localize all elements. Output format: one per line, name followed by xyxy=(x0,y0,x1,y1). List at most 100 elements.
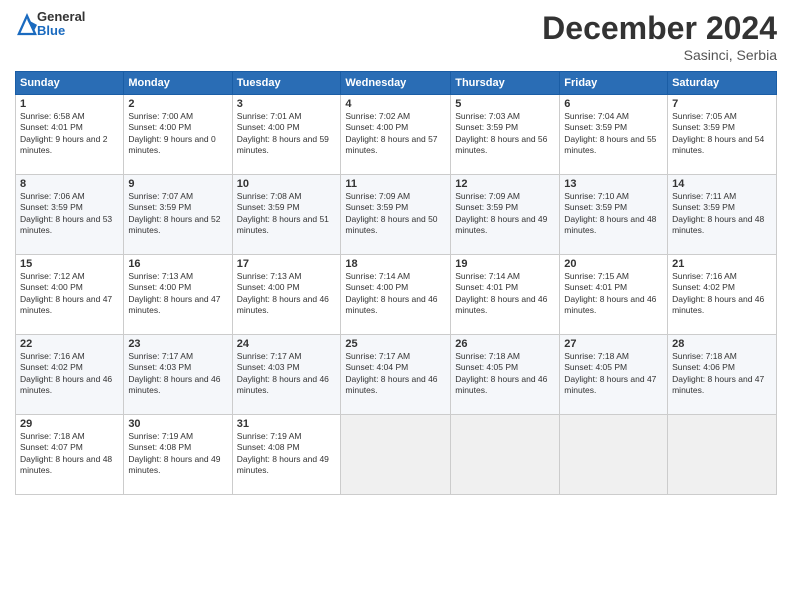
calendar-cell: 27Sunrise: 7:18 AMSunset: 4:05 PMDayligh… xyxy=(560,335,668,415)
day-number: 26 xyxy=(455,338,555,350)
calendar-cell: 11Sunrise: 7:09 AMSunset: 3:59 PMDayligh… xyxy=(341,175,451,255)
day-info: Sunrise: 7:18 AMSunset: 4:05 PMDaylight:… xyxy=(564,351,663,397)
day-number: 23 xyxy=(128,338,227,350)
day-number: 14 xyxy=(672,178,772,190)
day-number: 20 xyxy=(564,258,663,270)
day-number: 1 xyxy=(20,98,119,110)
day-info: Sunrise: 7:07 AMSunset: 3:59 PMDaylight:… xyxy=(128,191,227,237)
col-header-wednesday: Wednesday xyxy=(341,72,451,95)
week-row-3: 15Sunrise: 7:12 AMSunset: 4:00 PMDayligh… xyxy=(16,255,777,335)
logo-general: General xyxy=(37,10,85,24)
calendar-cell: 17Sunrise: 7:13 AMSunset: 4:00 PMDayligh… xyxy=(232,255,341,335)
col-header-friday: Friday xyxy=(560,72,668,95)
calendar-cell: 3Sunrise: 7:01 AMSunset: 4:00 PMDaylight… xyxy=(232,95,341,175)
calendar-cell: 7Sunrise: 7:05 AMSunset: 3:59 PMDaylight… xyxy=(668,95,777,175)
day-number: 2 xyxy=(128,98,227,110)
title-area: December 2024 Sasinci, Serbia xyxy=(542,10,777,63)
day-info: Sunrise: 7:15 AMSunset: 4:01 PMDaylight:… xyxy=(564,271,663,317)
header: General Blue December 2024 Sasinci, Serb… xyxy=(15,10,777,63)
location: Sasinci, Serbia xyxy=(542,47,777,63)
calendar-cell: 28Sunrise: 7:18 AMSunset: 4:06 PMDayligh… xyxy=(668,335,777,415)
calendar-cell: 13Sunrise: 7:10 AMSunset: 3:59 PMDayligh… xyxy=(560,175,668,255)
week-row-2: 8Sunrise: 7:06 AMSunset: 3:59 PMDaylight… xyxy=(16,175,777,255)
week-row-1: 1Sunrise: 6:58 AMSunset: 4:01 PMDaylight… xyxy=(16,95,777,175)
calendar-cell: 9Sunrise: 7:07 AMSunset: 3:59 PMDaylight… xyxy=(124,175,232,255)
calendar-cell: 18Sunrise: 7:14 AMSunset: 4:00 PMDayligh… xyxy=(341,255,451,335)
calendar-cell: 2Sunrise: 7:00 AMSunset: 4:00 PMDaylight… xyxy=(124,95,232,175)
calendar-cell: 16Sunrise: 7:13 AMSunset: 4:00 PMDayligh… xyxy=(124,255,232,335)
calendar-cell: 6Sunrise: 7:04 AMSunset: 3:59 PMDaylight… xyxy=(560,95,668,175)
day-info: Sunrise: 7:17 AMSunset: 4:03 PMDaylight:… xyxy=(237,351,337,397)
calendar-cell xyxy=(668,415,777,495)
day-info: Sunrise: 7:12 AMSunset: 4:00 PMDaylight:… xyxy=(20,271,119,317)
day-number: 5 xyxy=(455,98,555,110)
day-info: Sunrise: 7:00 AMSunset: 4:00 PMDaylight:… xyxy=(128,111,227,157)
calendar-cell: 21Sunrise: 7:16 AMSunset: 4:02 PMDayligh… xyxy=(668,255,777,335)
day-number: 25 xyxy=(345,338,446,350)
day-info: Sunrise: 7:11 AMSunset: 3:59 PMDaylight:… xyxy=(672,191,772,237)
calendar-cell: 31Sunrise: 7:19 AMSunset: 4:08 PMDayligh… xyxy=(232,415,341,495)
calendar-cell: 30Sunrise: 7:19 AMSunset: 4:08 PMDayligh… xyxy=(124,415,232,495)
day-number: 8 xyxy=(20,178,119,190)
day-info: Sunrise: 7:09 AMSunset: 3:59 PMDaylight:… xyxy=(455,191,555,237)
day-number: 15 xyxy=(20,258,119,270)
day-info: Sunrise: 7:13 AMSunset: 4:00 PMDaylight:… xyxy=(237,271,337,317)
day-info: Sunrise: 7:13 AMSunset: 4:00 PMDaylight:… xyxy=(128,271,227,317)
calendar-cell: 22Sunrise: 7:16 AMSunset: 4:02 PMDayligh… xyxy=(16,335,124,415)
day-number: 29 xyxy=(20,418,119,430)
day-number: 19 xyxy=(455,258,555,270)
day-number: 10 xyxy=(237,178,337,190)
day-number: 13 xyxy=(564,178,663,190)
page: General Blue December 2024 Sasinci, Serb… xyxy=(0,0,792,612)
day-info: Sunrise: 7:19 AMSunset: 4:08 PMDaylight:… xyxy=(128,431,227,477)
calendar-cell: 26Sunrise: 7:18 AMSunset: 4:05 PMDayligh… xyxy=(451,335,560,415)
calendar-cell: 1Sunrise: 6:58 AMSunset: 4:01 PMDaylight… xyxy=(16,95,124,175)
day-number: 28 xyxy=(672,338,772,350)
day-info: Sunrise: 7:17 AMSunset: 4:03 PMDaylight:… xyxy=(128,351,227,397)
day-number: 27 xyxy=(564,338,663,350)
calendar-cell: 20Sunrise: 7:15 AMSunset: 4:01 PMDayligh… xyxy=(560,255,668,335)
day-number: 30 xyxy=(128,418,227,430)
day-number: 31 xyxy=(237,418,337,430)
col-header-tuesday: Tuesday xyxy=(232,72,341,95)
day-number: 11 xyxy=(345,178,446,190)
day-number: 12 xyxy=(455,178,555,190)
day-number: 24 xyxy=(237,338,337,350)
calendar-cell: 19Sunrise: 7:14 AMSunset: 4:01 PMDayligh… xyxy=(451,255,560,335)
calendar-cell: 23Sunrise: 7:17 AMSunset: 4:03 PMDayligh… xyxy=(124,335,232,415)
day-number: 3 xyxy=(237,98,337,110)
calendar-cell: 8Sunrise: 7:06 AMSunset: 3:59 PMDaylight… xyxy=(16,175,124,255)
logo-icon xyxy=(17,12,37,36)
day-number: 6 xyxy=(564,98,663,110)
calendar-cell: 5Sunrise: 7:03 AMSunset: 3:59 PMDaylight… xyxy=(451,95,560,175)
calendar-table: SundayMondayTuesdayWednesdayThursdayFrid… xyxy=(15,71,777,495)
day-info: Sunrise: 7:14 AMSunset: 4:00 PMDaylight:… xyxy=(345,271,446,317)
day-info: Sunrise: 7:19 AMSunset: 4:08 PMDaylight:… xyxy=(237,431,337,477)
month-title: December 2024 xyxy=(542,10,777,47)
col-header-monday: Monday xyxy=(124,72,232,95)
day-info: Sunrise: 7:16 AMSunset: 4:02 PMDaylight:… xyxy=(20,351,119,397)
day-info: Sunrise: 7:09 AMSunset: 3:59 PMDaylight:… xyxy=(345,191,446,237)
calendar-cell xyxy=(341,415,451,495)
calendar-cell xyxy=(560,415,668,495)
calendar-cell: 24Sunrise: 7:17 AMSunset: 4:03 PMDayligh… xyxy=(232,335,341,415)
day-info: Sunrise: 7:14 AMSunset: 4:01 PMDaylight:… xyxy=(455,271,555,317)
day-info: Sunrise: 7:04 AMSunset: 3:59 PMDaylight:… xyxy=(564,111,663,157)
day-info: Sunrise: 7:18 AMSunset: 4:05 PMDaylight:… xyxy=(455,351,555,397)
day-info: Sunrise: 7:10 AMSunset: 3:59 PMDaylight:… xyxy=(564,191,663,237)
calendar-cell: 25Sunrise: 7:17 AMSunset: 4:04 PMDayligh… xyxy=(341,335,451,415)
week-row-5: 29Sunrise: 7:18 AMSunset: 4:07 PMDayligh… xyxy=(16,415,777,495)
calendar-cell xyxy=(451,415,560,495)
day-info: Sunrise: 7:17 AMSunset: 4:04 PMDaylight:… xyxy=(345,351,446,397)
calendar-cell: 14Sunrise: 7:11 AMSunset: 3:59 PMDayligh… xyxy=(668,175,777,255)
calendar-cell: 15Sunrise: 7:12 AMSunset: 4:00 PMDayligh… xyxy=(16,255,124,335)
day-info: Sunrise: 7:01 AMSunset: 4:00 PMDaylight:… xyxy=(237,111,337,157)
day-info: Sunrise: 6:58 AMSunset: 4:01 PMDaylight:… xyxy=(20,111,119,157)
header-row: SundayMondayTuesdayWednesdayThursdayFrid… xyxy=(16,72,777,95)
day-info: Sunrise: 7:16 AMSunset: 4:02 PMDaylight:… xyxy=(672,271,772,317)
calendar-cell: 10Sunrise: 7:08 AMSunset: 3:59 PMDayligh… xyxy=(232,175,341,255)
logo: General Blue xyxy=(15,10,85,39)
day-number: 16 xyxy=(128,258,227,270)
day-info: Sunrise: 7:03 AMSunset: 3:59 PMDaylight:… xyxy=(455,111,555,157)
day-number: 9 xyxy=(128,178,227,190)
